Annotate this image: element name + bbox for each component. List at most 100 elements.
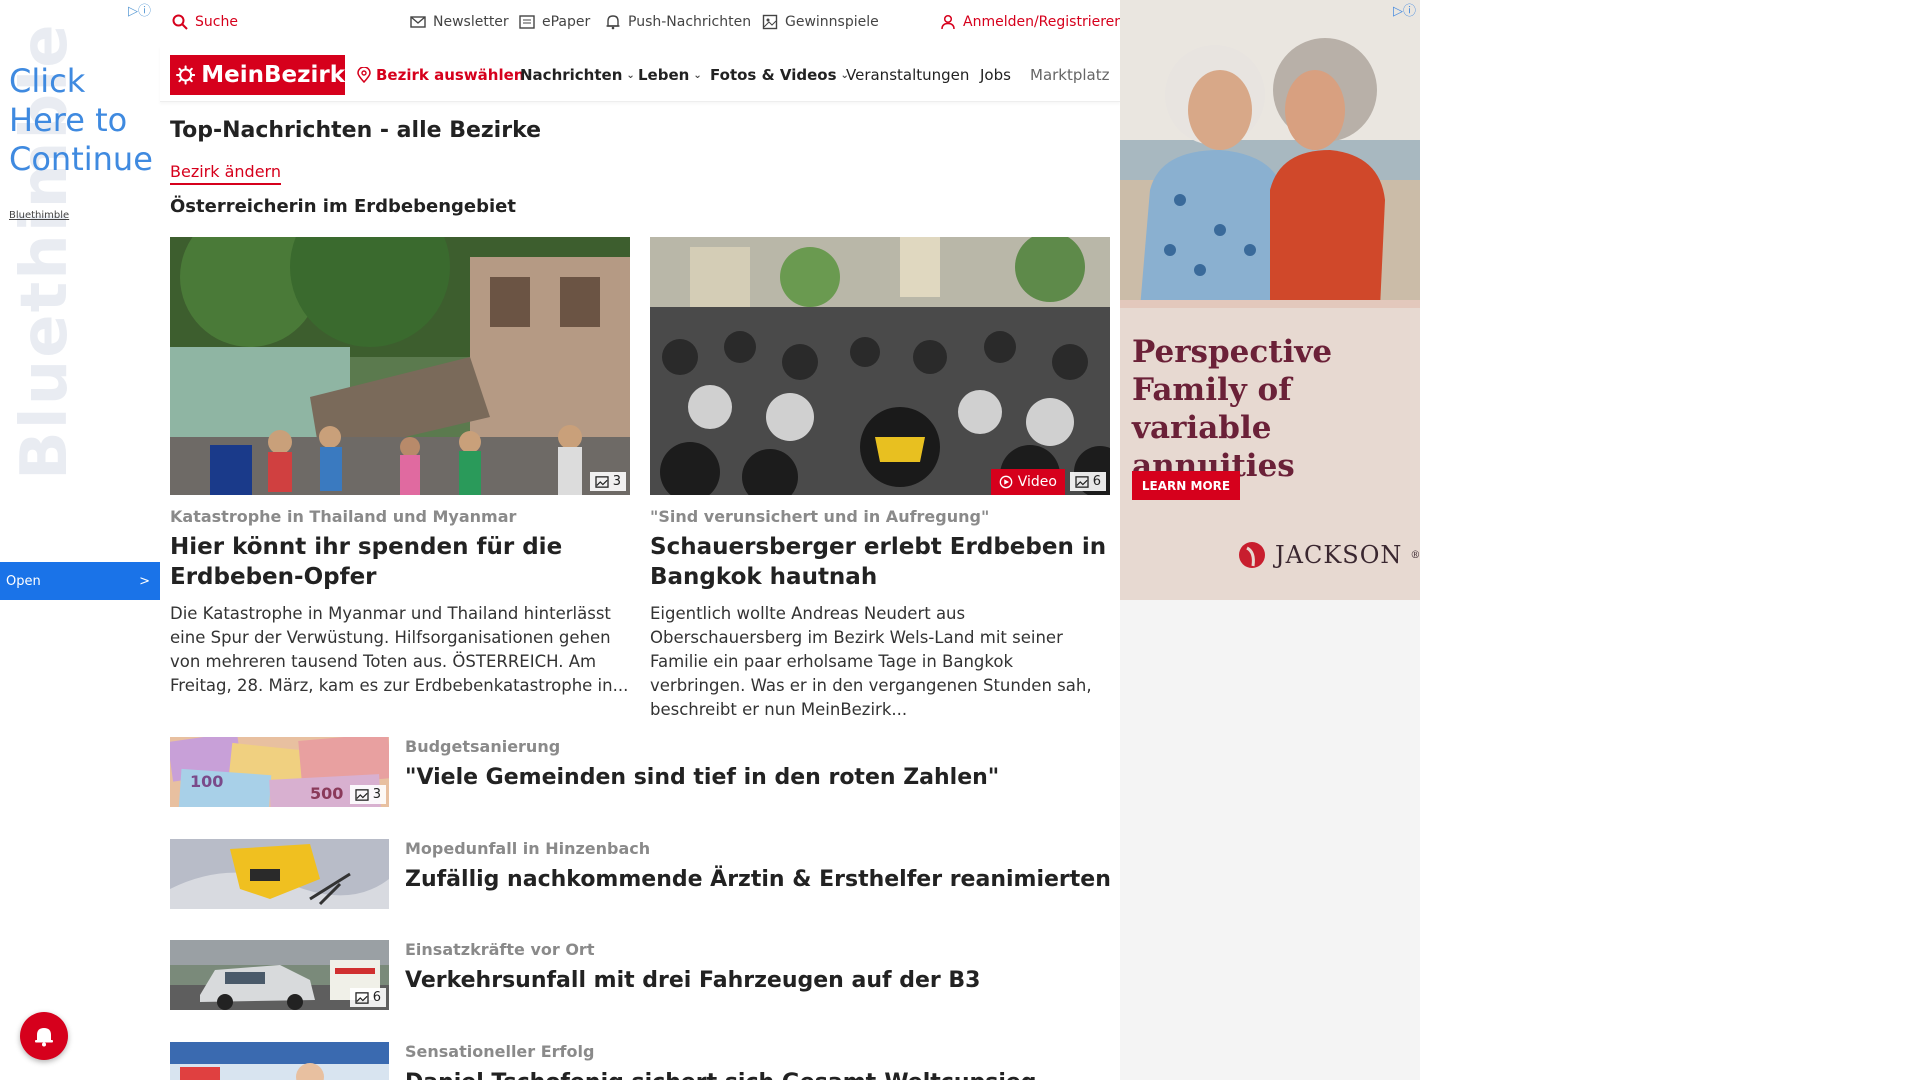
notification-bell-button[interactable] (20, 1012, 68, 1060)
article-image[interactable]: 3 (170, 237, 630, 495)
ad-open-button[interactable]: Open > (0, 562, 160, 600)
nav-label: Leben (638, 66, 690, 84)
list-item[interactable]: 6 Einsatzkräfte vor Ort Verkehrsunfall m… (170, 940, 1110, 1010)
ad-cta-line: Continue (9, 140, 153, 178)
gewinnspiele-label: Gewinnspiele (785, 14, 879, 30)
list-thumbnail[interactable] (170, 839, 389, 909)
ad-tagline: Perspective Family of variable annuities (1132, 333, 1420, 485)
photo-count: 3 (372, 787, 381, 802)
photo-count: 6 (372, 990, 381, 1005)
login-link[interactable]: Anmelden/Registrieren (940, 14, 1123, 30)
nav-label: Veranstaltungen (846, 66, 970, 84)
svg-text:100: 100 (190, 772, 223, 791)
bezirk-label: Bezirk auswählen (376, 66, 525, 84)
chevron-right-icon: > (139, 573, 150, 589)
photo-count: 6 (1092, 474, 1101, 489)
bell-icon (35, 1028, 53, 1047)
nav-label: Jobs (980, 66, 1011, 84)
video-label: Video (1017, 474, 1057, 490)
list-headline[interactable]: Verkehrsunfall mit drei Fahrzeugen auf d… (405, 968, 980, 993)
list-kicker: Sensationeller Erfolg (405, 1042, 595, 1061)
gewinnspiele-link[interactable]: Gewinnspiele (762, 14, 879, 30)
jackson-logo-icon (1239, 542, 1265, 568)
logo-text: MeinBezirk (201, 62, 345, 88)
change-bezirk-link[interactable]: Bezirk ändern (170, 162, 281, 185)
photo-count-badge: 6 (1069, 472, 1106, 491)
article-teaser: Die Katastrophe in Myanmar und Thailand … (170, 604, 629, 695)
article-image[interactable]: Video 6 (650, 237, 1110, 495)
list-thumbnail[interactable] (170, 1042, 389, 1080)
nav-veranstaltungen[interactable]: Veranstaltungen (846, 66, 969, 84)
ad-brand-link[interactable]: Bluethimble (9, 210, 69, 221)
ad-brand-name: JACKSON (1275, 541, 1403, 569)
logo-sun-icon (176, 65, 196, 85)
ad-photo-couple (1120, 0, 1420, 308)
ad-tagline-line: Perspective (1132, 334, 1333, 370)
push-link[interactable]: Push-Nachrichten (605, 14, 751, 30)
list-item[interactable]: 100 500 3 Budgetsanierung "Viele Gemeind… (170, 737, 1110, 807)
top-utility-bar: Suche Newsletter ePaper Push-Nachrichten… (160, 0, 1123, 46)
page-title: Top-Nachrichten - alle Bezirke (170, 118, 542, 143)
newsletter-link[interactable]: Newsletter (410, 14, 509, 30)
list-kicker: Mopedunfall in Hinzenbach (405, 839, 651, 858)
nav-leben[interactable]: Leben ⌄ (638, 66, 702, 84)
newsletter-label: Newsletter (433, 14, 509, 30)
article-headline[interactable]: Schauersberger erlebt Erdbeben in Bangko… (650, 532, 1110, 592)
image-icon (1075, 475, 1089, 488)
search-label: Suche (195, 14, 238, 30)
article-kicker: Katastrophe in Thailand und Myanmar (170, 507, 517, 526)
svg-text:500: 500 (310, 784, 343, 803)
bezirk-select[interactable]: Bezirk auswählen (356, 66, 524, 84)
nav-label: Nachrichten (520, 66, 623, 84)
nav-marktplatz[interactable]: Marktplatz (1030, 66, 1112, 84)
ad-cta-line: Here to (9, 101, 128, 139)
ad-open-label: Open (6, 573, 41, 589)
photo-count-badge: 3 (589, 472, 626, 491)
list-headline[interactable]: Zufällig nachkommende Ärztin & Ersthelfe… (405, 867, 1111, 892)
login-label: Anmelden/Registrieren (963, 14, 1124, 30)
list-item[interactable]: Mopedunfall in Hinzenbach Zufällig nachk… (170, 839, 1111, 909)
list-thumbnail[interactable]: 100 500 3 (170, 737, 389, 807)
chevron-down-icon: ⌄ (693, 69, 702, 81)
article-headline[interactable]: Hier könnt ihr spenden für die Erdbeben-… (170, 532, 630, 592)
site-logo[interactable]: MeinBezirk (170, 55, 345, 95)
image-icon (355, 991, 369, 1004)
search-link[interactable]: Suche (172, 14, 238, 30)
chevron-down-icon: ⌄ (626, 69, 635, 81)
left-ad[interactable]: Bluethimble ▷ⓘ Click Here to Continue Bl… (0, 0, 160, 1080)
user-icon (941, 14, 955, 30)
ad-cta-text[interactable]: Click Here to Continue (9, 62, 153, 179)
nav-jobs[interactable]: Jobs (980, 66, 1011, 84)
photo-count: 3 (612, 474, 621, 489)
right-ad[interactable]: ▷ⓘ Perspective Family of variable annuit… (1120, 0, 1420, 600)
list-thumbnail[interactable]: 6 (170, 940, 389, 1010)
nav-label: Marktplatz (1030, 66, 1110, 84)
image-icon (595, 475, 609, 488)
image-icon (355, 788, 369, 801)
adchoices-icon[interactable]: ▷ⓘ (128, 0, 151, 19)
nav-nachrichten[interactable]: Nachrichten ⌄ (520, 66, 635, 84)
registered-mark: ® (1410, 549, 1420, 561)
newspaper-icon (519, 15, 535, 29)
news-card[interactable]: Video 6 "Sind verunsichert und in Aufreg… (650, 237, 1110, 722)
video-badge[interactable]: Video (990, 469, 1065, 495)
article-kicker: "Sind verunsichert und in Aufregung" (650, 507, 990, 526)
gift-icon (762, 14, 778, 30)
nav-fotos-videos[interactable]: Fotos & Videos ⌄ (710, 66, 849, 84)
right-blank-area (1420, 0, 1920, 1080)
ad-tagline-line: Family of variable (1132, 372, 1292, 446)
epaper-link[interactable]: ePaper (519, 14, 590, 30)
mail-icon (410, 16, 426, 28)
learn-more-button[interactable]: LEARN MORE (1132, 471, 1240, 500)
ad-brand-logo[interactable]: JACKSON ® (1237, 540, 1420, 570)
list-headline[interactable]: Daniel Tschofenig sichert sich Gesamt-We… (405, 1070, 1037, 1080)
adchoices-icon[interactable]: ▷ⓘ (1393, 0, 1416, 19)
list-item[interactable]: Sensationeller Erfolg Daniel Tschofenig … (170, 1042, 1110, 1080)
news-card[interactable]: 3 Katastrophe in Thailand und Myanmar Hi… (170, 237, 630, 698)
list-headline[interactable]: "Viele Gemeinden sind tief in den roten … (405, 765, 999, 790)
ad-cta-line: Click (9, 62, 86, 100)
location-pin-icon (357, 67, 371, 83)
push-label: Push-Nachrichten (628, 14, 752, 30)
photo-count-badge: 3 (349, 785, 386, 804)
earthquake-scene-image (170, 237, 630, 495)
